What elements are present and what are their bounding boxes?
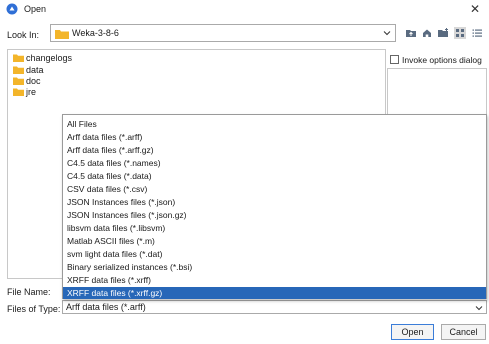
file-type-option[interactable]: libsvm data files (*.libsvm) (63, 222, 486, 234)
look-in-label: Look In: (7, 30, 40, 40)
file-item-label: changelogs (26, 53, 73, 63)
file-type-option[interactable]: JSON Instances files (*.json) (63, 196, 486, 208)
cancel-button[interactable]: Cancel (441, 324, 486, 340)
file-item-label: doc (26, 76, 41, 86)
file-type-value: Arff data files (*.arff) (66, 302, 146, 312)
up-folder-icon[interactable] (405, 27, 417, 39)
new-folder-icon[interactable] (437, 27, 449, 39)
folder-icon (13, 54, 24, 62)
details-view-icon[interactable] (471, 27, 483, 39)
file-type-option-highlighted[interactable]: XRFF data files (*.xrff.gz) (63, 287, 486, 299)
file-type-option[interactable]: Matlab ASCII files (*.m) (63, 235, 486, 247)
file-type-option[interactable]: C4.5 data files (*.names) (63, 157, 486, 169)
close-icon[interactable]: ✕ (470, 2, 480, 16)
file-type-combo[interactable]: Arff data files (*.arff) (62, 300, 487, 314)
invoke-options-label: Invoke options dialog (402, 55, 482, 65)
chevron-down-icon (475, 306, 483, 311)
file-type-option[interactable]: CSV data files (*.csv) (63, 183, 486, 195)
file-type-option[interactable]: C4.5 data files (*.data) (63, 170, 486, 182)
file-type-option[interactable]: svm light data files (*.dat) (63, 248, 486, 260)
file-type-option[interactable]: Arff data files (*.arff) (63, 131, 486, 143)
file-type-option[interactable]: JSON Instances files (*.json.gz) (63, 209, 486, 221)
look-in-combo[interactable]: Weka-3-8-6 (50, 24, 396, 42)
file-type-option[interactable]: All Files (63, 118, 486, 130)
look-in-value: Weka-3-8-6 (72, 28, 119, 38)
invoke-options-checkbox[interactable] (390, 55, 399, 64)
app-icon (6, 3, 18, 15)
home-icon[interactable] (421, 27, 433, 39)
file-type-option[interactable]: Arff data files (*.arff.gz) (63, 144, 486, 156)
folder-icon (13, 77, 24, 85)
folder-icon (55, 30, 69, 39)
title-bar: Open ✕ (0, 0, 489, 18)
file-type-option[interactable]: XRFF data files (*.xrff) (63, 274, 486, 286)
open-button[interactable]: Open (391, 324, 434, 340)
file-type-option[interactable]: Binary serialized instances (*.bsi) (63, 261, 486, 273)
file-type-label: Files of Type: (7, 304, 61, 314)
folder-icon (13, 88, 24, 96)
list-view-icon[interactable] (454, 27, 466, 39)
window-title: Open (24, 4, 47, 14)
folder-icon (13, 66, 24, 74)
file-item-label: jre (26, 87, 37, 97)
chevron-down-icon (383, 31, 391, 36)
file-name-label: File Name: (7, 287, 51, 297)
file-type-dropdown[interactable]: All Files Arff data files (*.arff) Arff … (62, 114, 487, 299)
file-item-label: data (26, 65, 44, 75)
